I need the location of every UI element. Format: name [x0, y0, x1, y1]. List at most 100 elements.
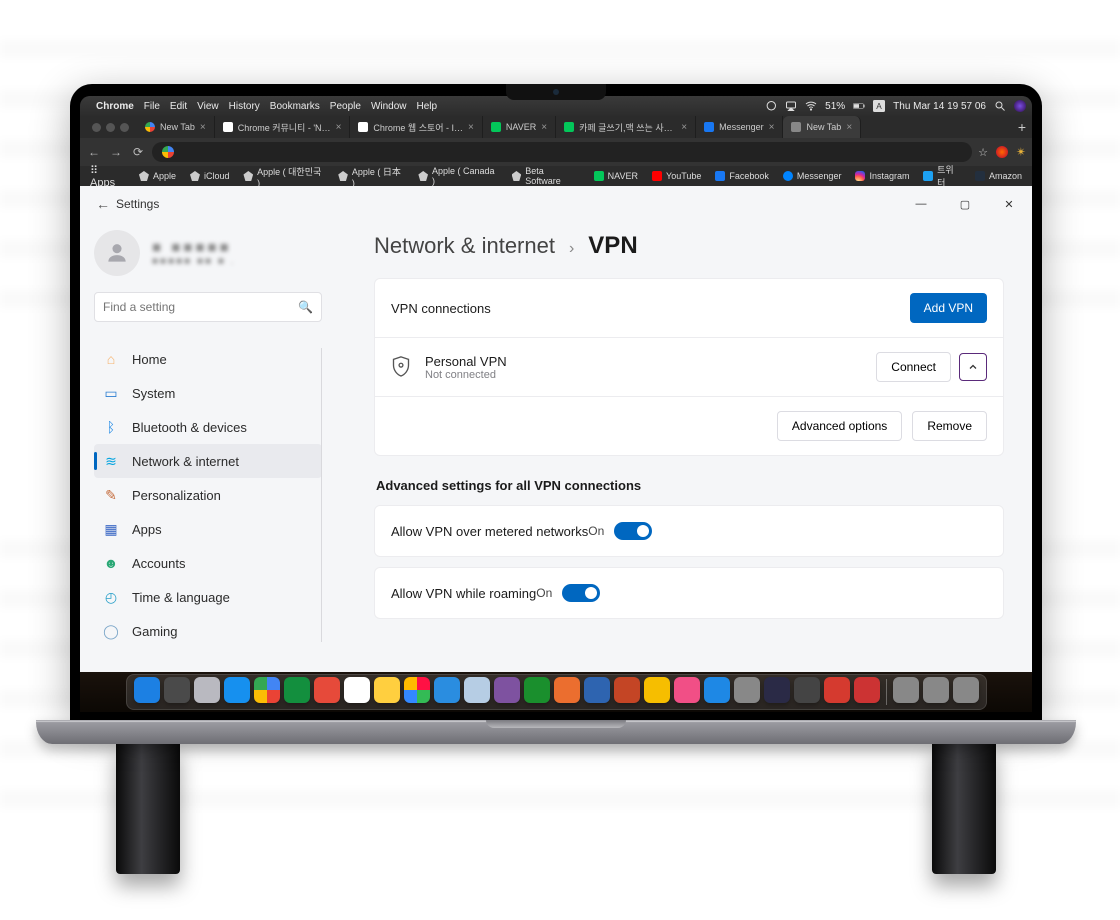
dock-app-icon[interactable] [374, 677, 400, 703]
user-profile[interactable]: ■ ■■■■■ ■■■■■ ■■ ■ . [94, 226, 322, 292]
dock-app-icon[interactable] [344, 677, 370, 703]
dock-app-icon[interactable] [923, 677, 949, 703]
sidebar-item-time-language[interactable]: ◴ Time & language [94, 580, 322, 614]
dock-app-icon[interactable] [164, 677, 190, 703]
bookmark-item[interactable]: Facebook [715, 171, 769, 181]
settings-search[interactable]: 🔍 [94, 292, 322, 322]
window-traffic-lights[interactable] [84, 123, 137, 132]
airplay-status-icon[interactable] [785, 100, 797, 112]
spotlight-icon[interactable] [994, 100, 1006, 112]
bookmark-star-icon[interactable]: ☆ [978, 146, 988, 159]
settings-back-button[interactable]: ← [90, 196, 116, 212]
tab-close-icon[interactable]: × [681, 122, 687, 133]
active-app-name[interactable]: Chrome [96, 101, 134, 112]
settings-search-input[interactable] [103, 300, 298, 314]
dock-app-icon[interactable] [794, 677, 820, 703]
tab-close-icon[interactable]: × [468, 122, 474, 133]
dock-app-icon[interactable] [224, 677, 250, 703]
bookmark-item[interactable]: iCloud [190, 171, 230, 181]
bookmark-item[interactable]: YouTube [652, 171, 701, 181]
extension-icon[interactable] [996, 146, 1008, 158]
bookmark-item[interactable]: Apple [139, 171, 176, 181]
window-maximize-button[interactable]: ▢ [952, 198, 978, 211]
dock-app-icon[interactable] [134, 677, 160, 703]
dock-app-icon[interactable] [284, 677, 310, 703]
tab-close-icon[interactable]: × [541, 122, 547, 133]
browser-tab[interactable]: Chrome 커뮤니티 - 'N… × [215, 116, 351, 138]
menu-bookmarks[interactable]: Bookmarks [270, 101, 320, 112]
dock-app-icon[interactable] [584, 677, 610, 703]
wifi-status-icon[interactable] [805, 100, 817, 112]
dock-app-icon[interactable] [854, 677, 880, 703]
dock-app-icon[interactable] [314, 677, 340, 703]
bookmark-item[interactable]: Instagram [855, 171, 909, 181]
dock-app-icon[interactable] [704, 677, 730, 703]
browser-tab[interactable]: NAVER × [483, 116, 556, 138]
bookmark-item[interactable]: Messenger [783, 171, 842, 181]
roaming-toggle[interactable] [562, 584, 600, 602]
dock-app-icon[interactable] [194, 677, 220, 703]
browser-tab[interactable]: New Tab × [137, 116, 215, 138]
vpn-connect-button[interactable]: Connect [876, 352, 951, 382]
dock-app-icon[interactable] [494, 677, 520, 703]
bookmark-item[interactable]: Amazon [975, 171, 1022, 181]
sidebar-item-apps[interactable]: ▦ Apps [94, 512, 322, 546]
menu-people[interactable]: People [330, 101, 361, 112]
dock-app-icon[interactable] [674, 677, 700, 703]
chat-status-icon[interactable] [765, 100, 777, 112]
browser-tab[interactable]: 카페 글쓰기,맥 쓰는 사람… × [556, 116, 696, 138]
dock-app-icon[interactable] [644, 677, 670, 703]
bookmark-item[interactable]: Beta Software [512, 166, 580, 186]
menu-history[interactable]: History [229, 101, 260, 112]
dock-app-icon[interactable] [734, 677, 760, 703]
window-minimize-button[interactable]: — [908, 198, 934, 211]
browser-tab[interactable]: Chrome 웹 스토어 - I… × [350, 116, 482, 138]
address-bar[interactable] [152, 142, 972, 162]
menu-edit[interactable]: Edit [170, 101, 187, 112]
breadcrumb-parent[interactable]: Network & internet [374, 233, 555, 259]
bookmark-item[interactable]: Apple ( 대한민국 ) [243, 165, 324, 188]
sidebar-item-accounts[interactable]: ☻ Accounts [94, 546, 322, 580]
menu-help[interactable]: Help [417, 101, 438, 112]
sidebar-item-personalization[interactable]: ✎ Personalization [94, 478, 322, 512]
bookmark-item[interactable]: Apple ( 日本 ) [338, 165, 404, 188]
tab-close-icon[interactable]: × [336, 122, 342, 133]
back-button[interactable]: ← [86, 145, 102, 159]
dock-app-icon[interactable] [554, 677, 580, 703]
remove-vpn-button[interactable]: Remove [912, 411, 987, 441]
dock-app-icon[interactable] [764, 677, 790, 703]
collapse-chevron-button[interactable] [959, 353, 987, 381]
new-tab-button[interactable]: + [1012, 119, 1032, 135]
dock-app-icon[interactable] [824, 677, 850, 703]
dock-app-icon[interactable] [614, 677, 640, 703]
siri-icon[interactable] [1014, 100, 1026, 112]
bookmark-item[interactable]: Apple ( Canada ) [418, 166, 497, 186]
dock-app-icon[interactable] [893, 677, 919, 703]
dock-app-icon[interactable] [953, 677, 979, 703]
sidebar-item-gaming[interactable]: ◯ Gaming [94, 614, 322, 648]
reload-button[interactable]: ⟳ [130, 145, 146, 159]
sidebar-item-system[interactable]: ▭ System [94, 376, 322, 410]
extension-icon-2[interactable]: ✴ [1016, 145, 1026, 159]
metered-toggle[interactable] [614, 522, 652, 540]
menu-window[interactable]: Window [371, 101, 407, 112]
sidebar-item-network-internet[interactable]: ≋ Network & internet [94, 444, 322, 478]
dock-app-icon[interactable] [464, 677, 490, 703]
input-source-icon[interactable]: A [873, 100, 885, 112]
bookmark-item[interactable]: NAVER [594, 171, 638, 181]
add-vpn-button[interactable]: Add VPN [910, 293, 987, 323]
menu-file[interactable]: File [144, 101, 160, 112]
menu-view[interactable]: View [197, 101, 219, 112]
dock-app-icon[interactable] [254, 677, 280, 703]
browser-tab[interactable]: New Tab × [783, 116, 861, 138]
apps-shortcut[interactable]: ⠿ Apps [90, 164, 125, 189]
tab-close-icon[interactable]: × [769, 122, 775, 133]
forward-button[interactable]: → [108, 145, 124, 159]
advanced-options-button[interactable]: Advanced options [777, 411, 902, 441]
window-close-button[interactable]: ✕ [996, 198, 1022, 211]
sidebar-item-home[interactable]: ⌂ Home [94, 342, 322, 376]
tab-close-icon[interactable]: × [200, 122, 206, 133]
dock-app-icon[interactable] [404, 677, 430, 703]
browser-tab[interactable]: Messenger × [696, 116, 783, 138]
dock-app-icon[interactable] [524, 677, 550, 703]
